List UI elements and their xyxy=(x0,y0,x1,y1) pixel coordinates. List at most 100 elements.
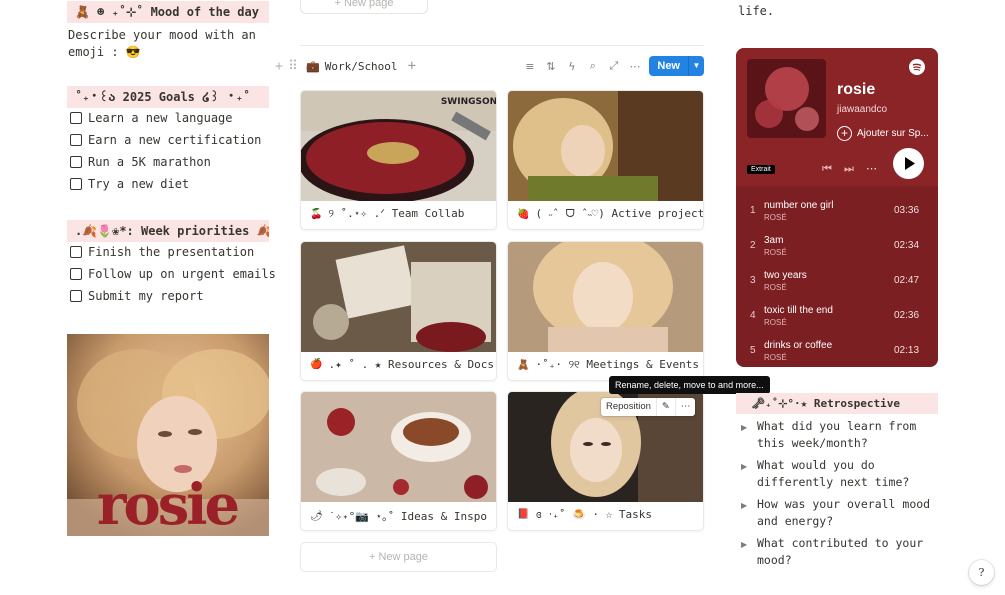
toggle-arrow-icon[interactable]: ▶ xyxy=(741,535,757,569)
mood-description[interactable]: Describe your mood with an emoji : 😎 xyxy=(68,27,278,61)
checkbox[interactable] xyxy=(70,112,82,124)
toggle-arrow-icon[interactable]: ▶ xyxy=(741,418,757,452)
checkbox[interactable] xyxy=(70,268,82,280)
new-button[interactable]: New ▼ xyxy=(649,56,704,76)
toggle-item[interactable]: ▶ What would you do differently next time… xyxy=(741,457,936,491)
rosie-image-text: rosie xyxy=(97,472,239,536)
database-toolbar: + ⠿ 💼 Work/School + ≡ ⇅ ϟ ⌕ ⤢ ⋯ New ▼ xyxy=(272,54,704,78)
card-cover xyxy=(508,91,703,201)
card-title: 🍓 ( ˶ˆ ᗜ ˆ˵♡) Active projects xyxy=(517,207,703,221)
toggle-text[interactable]: What would you do differently next time? xyxy=(757,457,936,491)
checkbox[interactable] xyxy=(70,290,82,302)
spotify-logo-icon[interactable] xyxy=(909,59,925,75)
divider xyxy=(300,45,704,46)
gallery-card-meetings-events[interactable]: 🧸 ·˚₊· ୨୧ Meetings & Events xyxy=(507,241,704,381)
chevron-down-icon[interactable]: ▼ xyxy=(688,56,704,76)
checkbox[interactable] xyxy=(70,156,82,168)
checkbox[interactable] xyxy=(70,178,82,190)
play-button[interactable] xyxy=(893,148,924,179)
todo-item: Run a 5K marathon xyxy=(70,153,211,171)
next-icon[interactable]: ⏭ xyxy=(844,162,854,176)
card-title-text: ˙✧˖°📷 ⋆｡˚ Ideas & Inspo xyxy=(328,510,487,523)
help-button[interactable]: ? xyxy=(969,560,994,585)
todo-label[interactable]: Earn a new certification xyxy=(88,133,261,147)
add-block-icon[interactable]: + xyxy=(272,59,286,74)
todo-label[interactable]: Learn a new language xyxy=(88,111,233,125)
gallery-card-ideas-inspo[interactable]: 🌶 ˙✧˖°📷 ⋆｡˚ Ideas & Inspo xyxy=(300,391,497,531)
toggle-text[interactable]: What contributed to your mood? xyxy=(757,535,936,569)
reposition-button[interactable]: Reposition xyxy=(601,398,657,416)
card-title-text: ୨ ˚.⋆✧ .ᐟ Team Collab xyxy=(328,207,465,220)
card-cover xyxy=(508,242,703,352)
red-book-icon: 📕 xyxy=(517,509,530,520)
new-page-button-bottom[interactable]: + New page xyxy=(300,542,497,572)
new-button-label[interactable]: New xyxy=(649,56,688,76)
strawberry-icon: 🍓 xyxy=(517,208,530,220)
track-name: 3am xyxy=(764,235,784,246)
track-row[interactable]: 2 3am ROSÉ 02:34 xyxy=(736,229,938,264)
add-view-icon[interactable]: + xyxy=(408,58,416,74)
toggle-text[interactable]: How was your overall mood and energy? xyxy=(757,496,936,530)
previous-icon[interactable]: ⏮ xyxy=(822,162,832,176)
search-icon[interactable]: ⌕ xyxy=(582,59,603,73)
todo-label[interactable]: Finish the presentation xyxy=(88,245,254,259)
mood-callout: 🧸 ☻ ₊˚⊹˚ Mood of the day xyxy=(67,1,269,23)
help-icon: ? xyxy=(978,566,985,579)
track-row[interactable]: 1 number one girl ROSÉ 03:36 xyxy=(736,194,938,229)
todo-item: Earn a new certification xyxy=(70,131,261,149)
toggle-text[interactable]: What did you learn from this week/month? xyxy=(757,418,936,452)
more-icon[interactable]: ⋯ xyxy=(676,398,696,416)
playlist-title[interactable]: rosie xyxy=(837,81,875,99)
toggle-item[interactable]: ▶ What contributed to your mood? xyxy=(741,535,936,569)
card-title: 📕 ɞ ‧₊˚ 🍮 · ☆ Tasks xyxy=(517,508,652,521)
new-page-button-top[interactable]: + New page xyxy=(300,0,428,14)
track-row[interactable]: 4 toxic till the end ROSÉ 02:36 xyxy=(736,299,938,334)
priorities-callout: .🍂🌷❀*: Week priorities 🍂 xyxy=(67,220,269,242)
toggle-item[interactable]: ▶ How was your overall mood and energy? xyxy=(741,496,936,530)
todo-item: Submit my report xyxy=(70,287,204,305)
gallery-card-resources-docs[interactable]: 🍎 .✦ ˚ . ★ Resources & Docs xyxy=(300,241,497,381)
track-duration: 02:47 xyxy=(894,275,920,286)
todo-item: Finish the presentation xyxy=(70,243,254,261)
todo-label[interactable]: Follow up on urgent emails xyxy=(88,267,276,281)
tooltip: Rename, delete, move to and more... xyxy=(609,376,770,394)
toggle-arrow-icon[interactable]: ▶ xyxy=(741,496,757,530)
edit-icon[interactable]: ✎ xyxy=(657,398,676,416)
goals-callout: ˚₊‧꒰ა 2025 Goals ໒꒱ ‧₊˚ xyxy=(67,86,269,108)
todo-label[interactable]: Run a 5K marathon xyxy=(88,155,211,169)
track-name: number one girl xyxy=(764,200,834,211)
track-artist: ROSÉ xyxy=(764,283,787,292)
sort-icon[interactable]: ⇅ xyxy=(540,60,561,73)
drag-handle-icon[interactable]: ⠿ xyxy=(286,59,300,74)
card-title: 🍎 .✦ ˚ . ★ Resources & Docs xyxy=(310,358,494,371)
track-name: toxic till the end xyxy=(764,305,833,316)
track-artist: ROSÉ xyxy=(764,318,787,327)
todo-label[interactable]: Try a new diet xyxy=(88,177,189,191)
spotify-embed[interactable]: rosie jiawaandco + Ajouter sur Sp... Extr… xyxy=(736,48,938,367)
add-to-spotify-button[interactable]: + Ajouter sur Sp... xyxy=(837,126,929,141)
track-number: 2 xyxy=(750,240,756,251)
view-tab-label: Work/School xyxy=(324,59,398,73)
card-title-text: .✦ ˚ . ★ Resources & Docs xyxy=(328,358,495,371)
view-tools: ≡ ⇅ ϟ ⌕ ⤢ ⋯ New ▼ xyxy=(519,56,704,76)
track-row[interactable]: 3 two years ROSÉ 02:47 xyxy=(736,264,938,299)
checkbox[interactable] xyxy=(70,134,82,146)
more-icon[interactable]: ⋯ xyxy=(624,60,645,73)
toggle-arrow-icon[interactable]: ▶ xyxy=(741,457,757,491)
toggle-item[interactable]: ▶ What did you learn from this week/month… xyxy=(741,418,936,452)
track-row[interactable]: 5 drinks or coffee ROSÉ 02:13 xyxy=(736,334,938,367)
card-title: 🌶 ˙✧˖°📷 ⋆｡˚ Ideas & Inspo xyxy=(310,508,487,524)
automation-icon[interactable]: ϟ xyxy=(561,60,582,73)
album-art xyxy=(747,59,826,138)
playlist-owner[interactable]: jiawaandco xyxy=(837,104,887,115)
more-options-icon[interactable]: ⋯ xyxy=(866,162,877,175)
gallery-card-active-projects[interactable]: 🍓 ( ˶ˆ ᗜ ˆ˵♡) Active projects xyxy=(507,90,704,230)
checkbox[interactable] xyxy=(70,246,82,258)
card-cover xyxy=(301,392,496,502)
filter-icon[interactable]: ≡ xyxy=(519,60,540,73)
view-tab-work-school[interactable]: 💼 Work/School xyxy=(306,60,398,73)
expand-icon[interactable]: ⤢ xyxy=(603,59,624,73)
card-cover xyxy=(301,242,496,352)
todo-label[interactable]: Submit my report xyxy=(88,289,204,303)
gallery-card-team-collab[interactable]: SWINGSON 🍒 ୨ ˚.⋆✧ .ᐟ Team Collab xyxy=(300,90,497,230)
